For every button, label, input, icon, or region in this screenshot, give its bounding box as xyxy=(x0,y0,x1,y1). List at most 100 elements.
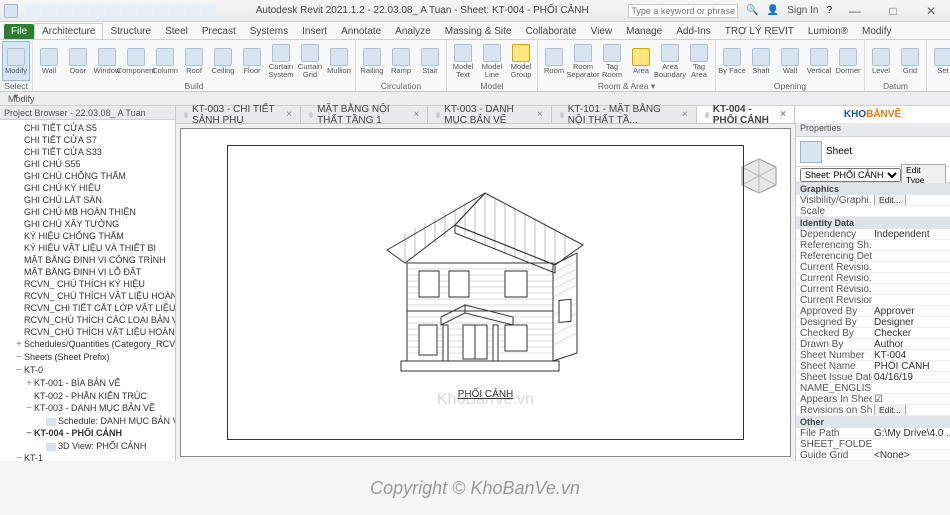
ribbon-shaft-button[interactable]: Shaft xyxy=(747,41,775,81)
prop-row[interactable]: Guide Grid<None> xyxy=(796,450,950,461)
ribbon-model-text-button[interactable]: Model Text xyxy=(449,41,477,81)
prop-row[interactable]: Current Revisio... xyxy=(796,273,950,284)
tree-item[interactable]: GHI CHÚ LÁT SÀN xyxy=(0,194,175,206)
prop-row[interactable]: Checked ByChecker xyxy=(796,328,950,339)
close-tab-icon[interactable]: × xyxy=(286,109,292,120)
ribbon-dormer-button[interactable]: Dormer xyxy=(834,41,862,81)
ribbon-level-button[interactable]: Level xyxy=(867,41,895,81)
prop-row[interactable]: Approved ByApprover xyxy=(796,306,950,317)
doc-tab[interactable]: KT-003 - DANH MỤC BẢN VẼ× xyxy=(428,106,551,123)
prop-value[interactable]: Approver xyxy=(872,306,950,316)
tab-file[interactable]: File xyxy=(4,24,34,39)
prop-row[interactable]: Current Revision xyxy=(796,295,950,306)
ribbon-column-button[interactable]: Column xyxy=(151,41,179,81)
ribbon-area-button[interactable]: Area xyxy=(627,41,655,81)
tree-item[interactable]: KT-002 - PHẦN KIẾN TRÚC xyxy=(0,390,175,402)
prop-value[interactable]: PHỐI CẢNH xyxy=(872,361,950,371)
sheet-view[interactable]: PHỐI CẢNH KhoBanVe.vn xyxy=(180,128,791,457)
prop-row[interactable]: SHEET_FOLDER xyxy=(796,439,950,450)
ribbon-component-button[interactable]: Component xyxy=(122,41,150,81)
prop-value[interactable] xyxy=(872,284,950,294)
prop-row[interactable]: Visibility/Graphi...Edit... xyxy=(796,195,950,206)
tree-item[interactable]: −KT-003 - DANH MỤC BẢN VẼ xyxy=(0,402,175,415)
window-close[interactable]: ✕ xyxy=(916,4,946,18)
prop-value[interactable]: ☑ xyxy=(872,394,950,404)
prop-row[interactable]: Designed ByDesigner xyxy=(796,317,950,328)
qat-close-view-icon[interactable] xyxy=(170,4,184,18)
modify-dropdown[interactable]: Modify xyxy=(8,94,35,104)
doc-tab[interactable]: KT-003 - CHI TIẾT SẢNH PHỤ× xyxy=(176,106,301,123)
doc-tab[interactable]: KT-101 - MẶT BẰNG NỘI THẤT TẦ...× xyxy=(552,106,697,123)
prop-value[interactable]: KT-004 xyxy=(872,350,950,360)
tab-insert[interactable]: Insert xyxy=(295,24,334,39)
window-min[interactable]: — xyxy=(840,4,870,18)
close-tab-icon[interactable]: × xyxy=(537,109,543,120)
tree-item[interactable]: GHI CHÚ MB HOÀN THIỆN xyxy=(0,206,175,218)
prop-value[interactable] xyxy=(872,295,950,305)
ribbon-by-face-button[interactable]: By Face xyxy=(718,41,746,81)
tree-item[interactable]: GHI CHÚ KÝ HIỆU xyxy=(0,182,175,194)
tree-item[interactable]: RCVN_CHÚ THÍCH CÁC LOẠI BẢN VẼ xyxy=(0,314,175,326)
tab-manage[interactable]: Manage xyxy=(619,24,669,39)
search-input[interactable] xyxy=(628,4,738,18)
tab-structure[interactable]: Structure xyxy=(103,24,158,39)
prop-value[interactable] xyxy=(872,273,950,283)
qat-switch-icon[interactable] xyxy=(186,4,200,18)
prop-row[interactable]: Current Revisio... xyxy=(796,262,950,273)
tree-item[interactable]: RCVN_ CHÚ THÍCH KÝ HIỆU xyxy=(0,278,175,290)
prop-value[interactable] xyxy=(872,240,950,250)
ribbon-area-boundary-button[interactable]: Area Boundary xyxy=(656,41,684,81)
prop-row[interactable]: Sheet NamePHỐI CẢNH xyxy=(796,361,950,372)
tree-item[interactable]: GHI CHÚ CHỐNG THẤM xyxy=(0,170,175,182)
doc-tab[interactable]: KT-004 - PHỐI CẢNH× xyxy=(697,106,795,123)
prop-value[interactable] xyxy=(872,383,950,393)
prop-value[interactable] xyxy=(872,206,950,216)
ribbon-ceiling-button[interactable]: Ceiling xyxy=(209,41,237,81)
tree-item[interactable]: CHI TIẾT CỬA S5 xyxy=(0,122,175,134)
qat-thin-lines-icon[interactable] xyxy=(154,4,168,18)
ribbon-set-button[interactable]: Set xyxy=(929,41,950,81)
tab-annotate[interactable]: Annotate xyxy=(334,24,388,39)
tree-item[interactable]: −Sheets (Sheet Prefix) xyxy=(0,351,175,364)
tree-item[interactable]: MẶT BẰNG ĐỊNH VỊ CÔNG TRÌNH xyxy=(0,254,175,266)
tree-item[interactable]: +Schedules/Quantities (Category_RCVN) xyxy=(0,338,175,351)
prop-row[interactable]: Referencing Sh... xyxy=(796,240,950,251)
prop-value[interactable]: <None> xyxy=(872,450,950,460)
prop-group-header[interactable]: Identity Data xyxy=(796,217,950,229)
qat-align-icon[interactable] xyxy=(122,4,136,18)
tree-item[interactable]: RCVN_ CHÚ THÍCH VẬT LIỆU HOÀN THIỆN xyxy=(0,290,175,302)
prop-group-header[interactable]: Graphics xyxy=(796,183,950,195)
ribbon-door-button[interactable]: Door xyxy=(64,41,92,81)
tree-item[interactable]: −KT-0 xyxy=(0,364,175,377)
ribbon-model-group-button[interactable]: Model Group xyxy=(507,41,535,81)
ribbon-modify-button[interactable]: Modify xyxy=(2,41,30,81)
prop-row[interactable]: Appears In Shee...☑ xyxy=(796,394,950,405)
tab-tr-l-revit[interactable]: TRỢ LÝ REVIT xyxy=(718,24,801,39)
qat-measure-icon[interactable] xyxy=(106,4,120,18)
ribbon-ramp-button[interactable]: Ramp xyxy=(387,41,415,81)
prop-value[interactable]: Edit... xyxy=(872,405,950,415)
prop-row[interactable]: Drawn ByAuthor xyxy=(796,339,950,350)
prop-value[interactable] xyxy=(872,251,950,261)
ribbon-tag-area-button[interactable]: Tag Area xyxy=(685,41,713,81)
ribbon-model-line-button[interactable]: Model Line xyxy=(478,41,506,81)
prop-row[interactable]: File PathG:\My Drive\4.0 ... xyxy=(796,428,950,439)
ribbon-curtain-system-button[interactable]: Curtain System xyxy=(267,41,295,81)
ribbon-room-separator-button[interactable]: Room Separator xyxy=(569,41,597,81)
tree-item[interactable]: GHI CHÚ S55 xyxy=(0,158,175,170)
tree-item[interactable]: −KT-004 - PHỐI CẢNH xyxy=(0,427,175,440)
tree-item[interactable]: RCVN_CHI TIẾT CẮT LỚP VẬT LIỆU xyxy=(0,302,175,314)
qat-print-icon[interactable] xyxy=(90,4,104,18)
prop-row[interactable]: NAME_ENGLISH xyxy=(796,383,950,394)
ribbon-grid-button[interactable]: Grid xyxy=(896,41,924,81)
type-selector-box[interactable]: Sheet xyxy=(796,137,950,167)
prop-row[interactable]: Sheet Issue Date04/16/19 xyxy=(796,372,950,383)
qat-open-icon[interactable] xyxy=(26,4,40,18)
prop-value[interactable]: Author xyxy=(872,339,950,349)
ribbon-roof-button[interactable]: Roof xyxy=(180,41,208,81)
qat-dropdown-icon[interactable] xyxy=(202,4,216,18)
tab-analyze[interactable]: Analyze xyxy=(388,24,438,39)
tab-precast[interactable]: Precast xyxy=(195,24,243,39)
prop-value[interactable]: G:\My Drive\4.0 ... xyxy=(872,428,950,438)
tab-view[interactable]: View xyxy=(584,24,620,39)
